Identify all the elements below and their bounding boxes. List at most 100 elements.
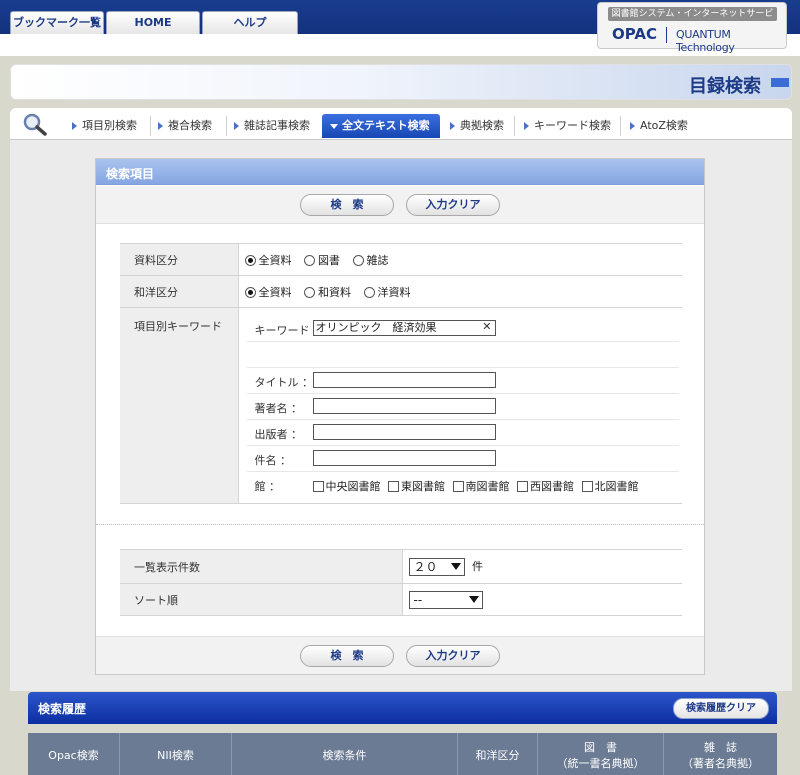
subject-input[interactable] xyxy=(312,450,496,466)
checkbox-icon xyxy=(517,481,528,492)
form-header: 検索項目 xyxy=(96,159,704,185)
display-count-label: 一覧表示件数 xyxy=(120,549,403,584)
section-divider xyxy=(96,524,704,525)
search-type-nav: 項目別検索 複合検索 雑誌記事検索 全文テキスト検索 典拠検索 キーワード検索 … xyxy=(10,108,792,140)
checkbox-east-library[interactable]: 東図書館 xyxy=(388,480,445,493)
tab-separator xyxy=(150,116,151,136)
criteria-table: 資料区分 全資料 図書 雑誌 和洋区分 全資料 和資料 洋資料 項目別キーワード… xyxy=(120,243,682,504)
tab-help[interactable]: ヘルプ xyxy=(202,11,298,34)
checkbox-north-library[interactable]: 北図書館 xyxy=(581,480,639,493)
gray-band xyxy=(0,56,800,64)
checkbox-icon xyxy=(452,481,464,492)
search-tab-atoz[interactable]: AtoZ検索 xyxy=(626,114,688,138)
arrow-right-icon xyxy=(524,122,529,130)
display-options-table: 一覧表示件数 ２０ 件 ソート順 -- xyxy=(120,549,682,616)
clear-x-icon[interactable]: ✕ xyxy=(482,320,491,334)
search-tab-article[interactable]: 雑誌記事検索 xyxy=(230,114,310,138)
subject-row: 件名 ： xyxy=(246,446,679,472)
radio-material-journal[interactable]: 雑誌 xyxy=(352,254,389,267)
chevron-down-icon xyxy=(330,124,338,129)
brand-logo: 図書館システム・インターネットサービス OPAC QUANTUM Technol… xyxy=(597,2,787,54)
search-tab-combined[interactable]: 複合検索 xyxy=(154,114,212,138)
search-button-bottom[interactable]: 検 索 xyxy=(300,645,394,667)
history-column-header: 雑 誌 （著者名典拠） xyxy=(682,741,759,770)
page-title: 目録検索 xyxy=(689,76,761,97)
search-form-panel: 検索項目 検 索 入力クリア 資料区分 全資料 図書 雑誌 和洋区分 全資料 和… xyxy=(95,158,705,675)
keyword-section: キーワード オリンピック 経済効果 ✕ タイトル ： 著者名 ： 出版者 ： 件… xyxy=(238,307,683,504)
brand-service-label: 図書館システム・インターネットサービス xyxy=(608,7,777,33)
button-row-bottom: 検 索 入力クリア xyxy=(96,636,704,674)
tab-separator xyxy=(514,116,515,136)
button-row-top: 検 索 入力クリア xyxy=(96,186,704,224)
keyword-fields: キーワード オリンピック 経済効果 ✕ タイトル ： 著者名 ： 出版者 ： 件… xyxy=(246,308,683,504)
search-tab-keyword[interactable]: キーワード検索 xyxy=(520,114,611,138)
search-history-header: 検索履歴 検索履歴クリア xyxy=(28,692,777,724)
brand-separator xyxy=(666,27,667,43)
title-input[interactable] xyxy=(312,372,496,388)
checkbox-south-library[interactable]: 南図書館 xyxy=(452,480,510,493)
spacer-row xyxy=(246,342,679,368)
history-column-header: 検索条件 xyxy=(232,733,458,775)
tab-home[interactable]: HOME xyxy=(106,11,200,34)
checkbox-icon xyxy=(388,481,399,492)
radio-icon xyxy=(363,286,375,298)
arrow-right-icon xyxy=(72,122,77,130)
keyword-section-label: 項目別キーワード xyxy=(120,307,239,504)
tab-bookmark-list[interactable]: ブックマーク一覧 xyxy=(10,11,104,34)
library-options: 中央図書館 東図書館 南図書館 西図書館 北図書館 xyxy=(312,478,639,494)
radio-language-all[interactable]: 全資料 xyxy=(244,286,292,299)
radio-language-japanese[interactable]: 和資料 xyxy=(304,286,351,299)
sort-order-label: ソート順 xyxy=(120,583,403,616)
author-label: 著者名 ： xyxy=(254,402,303,415)
author-input[interactable] xyxy=(312,398,496,414)
title-bar: 目録検索 xyxy=(10,64,792,100)
radio-selected-icon xyxy=(244,286,256,298)
keyword-row: キーワード オリンピック 経済効果 ✕ xyxy=(246,316,679,342)
arrow-right-icon xyxy=(158,122,163,130)
language-label: 和洋区分 xyxy=(120,275,239,308)
clear-history-button[interactable]: 検索履歴クリア xyxy=(673,698,769,719)
brand-opac-label: OPAC xyxy=(612,25,657,43)
search-history-title: 検索履歴 xyxy=(38,702,87,716)
checkbox-icon xyxy=(581,481,593,492)
radio-material-all[interactable]: 全資料 xyxy=(244,254,292,267)
sort-order-select[interactable]: -- xyxy=(408,590,483,609)
checkbox-west-library[interactable]: 西図書館 xyxy=(517,480,574,493)
search-tab-fulltext[interactable]: 全文テキスト検索 xyxy=(322,114,440,138)
arrow-right-icon xyxy=(450,122,455,130)
radio-icon xyxy=(304,286,315,298)
clear-input-button[interactable]: 入力クリア xyxy=(406,194,500,216)
tab-separator xyxy=(620,116,621,136)
radio-language-western[interactable]: 洋資料 xyxy=(363,286,411,299)
history-column-header: Opac検索 xyxy=(28,733,120,775)
radio-icon xyxy=(352,254,364,266)
history-column-header: NII検索 xyxy=(120,733,232,775)
language-options: 全資料 和資料 洋資料 xyxy=(238,275,682,308)
search-tab-authority[interactable]: 典拠検索 xyxy=(446,114,504,138)
keyword-input[interactable]: オリンピック 経済効果 ✕ xyxy=(312,320,496,336)
radio-material-book[interactable]: 図書 xyxy=(304,254,340,267)
history-column-header: 図 書 （統一書名典拠） xyxy=(538,733,664,775)
radio-icon xyxy=(304,254,315,266)
arrow-right-icon xyxy=(234,122,239,130)
arrow-right-icon xyxy=(630,122,635,130)
top-bar: ブックマーク一覧 HOME ヘルプ 図書館システム・インターネットサービス OP… xyxy=(0,0,800,56)
display-count-select[interactable]: ２０ xyxy=(408,557,465,576)
chevron-down-icon xyxy=(450,562,461,570)
search-button[interactable]: 検 索 xyxy=(300,194,394,216)
material-type-label: 資料区分 xyxy=(120,243,239,276)
library-label: 館 ： xyxy=(254,480,281,493)
checkbox-icon xyxy=(312,481,324,492)
checkbox-central-library[interactable]: 中央図書館 xyxy=(312,480,381,493)
material-type-options: 全資料 図書 雑誌 xyxy=(238,243,682,276)
clear-input-button-bottom[interactable]: 入力クリア xyxy=(406,645,500,667)
magnifier-icon xyxy=(23,113,47,136)
publisher-label: 出版者 ： xyxy=(254,428,303,441)
history-column-header: 和洋区分 xyxy=(458,733,538,775)
brand-partner-label: QUANTUM Technology xyxy=(676,28,735,54)
search-history-table: Opac検索 NII検索 検索条件 和洋区分 図 書 （統一書名典拠） 雑 誌 … xyxy=(28,733,777,775)
search-tab-item[interactable]: 項目別検索 xyxy=(68,114,137,138)
publisher-input[interactable] xyxy=(312,424,496,440)
radio-selected-icon xyxy=(244,254,256,266)
author-row: 著者名 ： xyxy=(246,394,679,420)
